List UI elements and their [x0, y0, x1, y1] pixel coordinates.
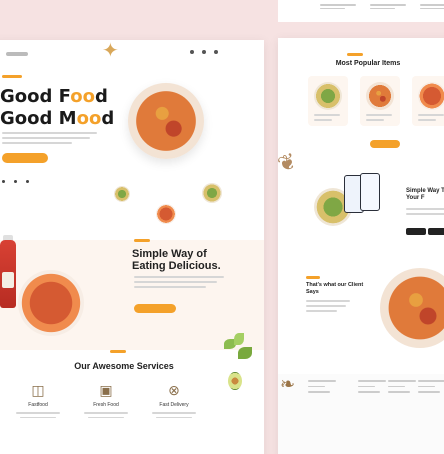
leaves-decoration	[220, 333, 264, 373]
about-tag	[134, 239, 150, 242]
small-dish-image	[156, 204, 176, 224]
dish-image	[366, 82, 394, 110]
popular-item-card[interactable]	[308, 76, 348, 126]
app-store-button[interactable]	[406, 228, 426, 235]
services-title: Our Awesome Services	[74, 361, 174, 371]
ketchup-label	[2, 272, 14, 288]
cart-icon[interactable]	[202, 50, 206, 54]
hero-cta-button[interactable]	[2, 153, 48, 163]
footer-column	[418, 380, 444, 397]
footer-column	[358, 380, 386, 397]
testimonial-tag	[306, 276, 320, 279]
hero-tag	[2, 75, 22, 78]
hero-description	[2, 132, 102, 147]
view-all-button[interactable]	[370, 140, 400, 148]
phone-mockup	[360, 173, 380, 211]
scooter-icon: ⊗	[168, 382, 180, 398]
nav-icons	[190, 50, 218, 54]
service-name: Fast Delivery	[159, 402, 189, 408]
service-name: Fastfood	[28, 402, 48, 408]
search-icon[interactable]	[190, 50, 194, 54]
about-description	[134, 276, 224, 291]
testimonial-text	[306, 300, 350, 315]
about-button[interactable]	[134, 304, 176, 313]
butterfly-icon: ✦	[102, 40, 119, 62]
burger-icon: ◫	[31, 382, 45, 398]
second-page-mockup: Most Popular Items ❦ Simple Way To Order…	[278, 38, 444, 454]
footer	[278, 374, 444, 454]
logo[interactable]	[6, 52, 28, 56]
services-tag	[110, 350, 126, 353]
popular-title: Most Popular Items	[335, 60, 401, 67]
branch-decoration: ❦	[278, 147, 300, 178]
play-store-button[interactable]	[428, 228, 444, 235]
testimonial-title: That's what our Client Says	[306, 282, 364, 295]
service-name: Fresh Food	[93, 402, 119, 408]
app-description	[406, 208, 444, 218]
dish-image	[418, 82, 444, 110]
popular-item-card[interactable]	[360, 76, 400, 126]
small-dish-image	[202, 183, 222, 203]
popular-tag	[347, 53, 363, 56]
small-dish-image	[114, 186, 130, 202]
testimonial-dish-image	[380, 268, 444, 348]
app-section-title: Simple Way To Order Your F	[406, 188, 444, 201]
service-card[interactable]: ▣ Fresh Food	[76, 382, 136, 421]
pasta-bowl-image	[128, 83, 204, 159]
popular-item-card[interactable]	[412, 76, 444, 126]
service-card[interactable]: ◫ Fastfood	[8, 382, 68, 421]
top-nav	[0, 48, 258, 60]
hero-title: Good Food Good Mood	[0, 86, 115, 129]
top-column	[320, 4, 356, 11]
landing-page-mockup: ✦ Good Food Good Mood Simple Way of Eati…	[0, 40, 264, 454]
dish-image	[314, 82, 342, 110]
footer-column	[388, 380, 416, 397]
avocado-image	[228, 372, 242, 390]
owl-decoration: ❧	[280, 374, 296, 394]
user-icon[interactable]	[214, 50, 218, 54]
top-column	[370, 4, 406, 11]
top-column	[420, 4, 444, 11]
footer-column	[308, 380, 336, 397]
food-box-icon: ▣	[99, 382, 113, 398]
slider-dots[interactable]	[2, 180, 29, 183]
service-card[interactable]: ⊗ Fast Delivery	[144, 382, 204, 421]
about-title: Simple Way of Eating Delicious.	[132, 248, 221, 272]
plate-image	[18, 270, 84, 336]
top-card	[278, 0, 444, 22]
